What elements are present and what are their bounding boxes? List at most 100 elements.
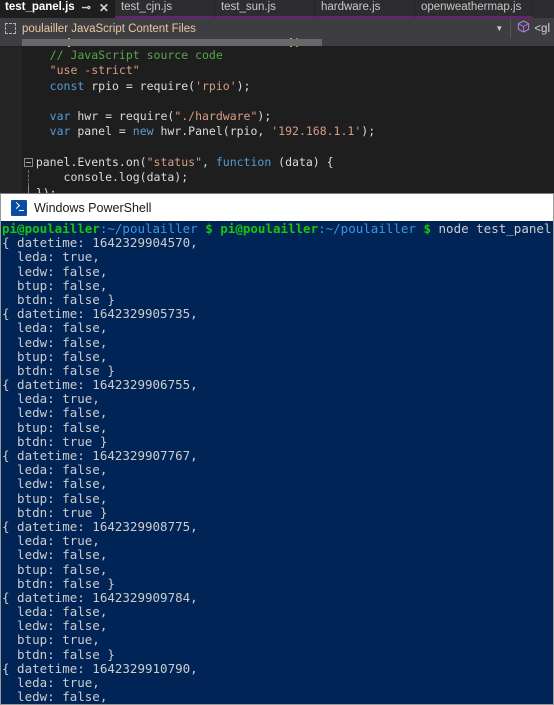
output-btup: btup: false, [2, 277, 108, 293]
editor-tab-test_panel-js[interactable]: test_panel.js ⊸ ✕ [0, 0, 115, 18]
output-ledw: ledw: false, [2, 547, 108, 563]
console-output-line: { datetime: 1642329904570, [2, 236, 553, 250]
output-btup: btup: true, [2, 632, 100, 648]
powershell-console-output[interactable]: pi@poulailler:~/poulailler $ pi@poulaill… [1, 221, 553, 704]
prompt-symbol: $ [415, 221, 439, 236]
code-token: var [49, 109, 71, 124]
cube-icon [517, 19, 530, 38]
console-output-line: btup: false, [2, 562, 553, 577]
pin-icon[interactable]: ⊸ [82, 2, 91, 14]
editor-tab-hardware-js[interactable]: hardware.js [314, 0, 415, 18]
console-output-line: btdn: false } [2, 292, 553, 307]
chevron-down-icon[interactable]: ▼ [495, 24, 503, 33]
code-token: "use -strict" [49, 63, 140, 78]
console-output-line: ledw: false, [2, 619, 553, 633]
output-datetime: { datetime: 1642329910790, [2, 660, 198, 676]
powershell-icon [11, 199, 27, 216]
code-surface[interactable]: // JavaScript source code "use -strict" co… [0, 47, 554, 193]
editor-gutter [0, 47, 22, 193]
code-line: // JavaScript source code [22, 48, 554, 63]
console-output-line: leda: true, [2, 392, 553, 406]
output-leda: leda: true, [2, 249, 100, 265]
console-output-line: { datetime: 1642329907767, [2, 448, 553, 463]
output-datetime: { datetime: 1642329907767, [2, 448, 198, 463]
console-output-line: btdn: true } [2, 504, 553, 520]
output-leda: leda: true, [2, 391, 100, 407]
console-output-line: leda: false, [2, 604, 553, 620]
output-btup: btup: false, [2, 490, 108, 506]
console-output-line: ledw: false, [2, 406, 553, 420]
scrollbar-thumb[interactable] [22, 39, 322, 46]
console-prompt-line: pi@poulailler:~/poulailler $ pi@poulaill… [2, 221, 553, 236]
navigation-scope-selector[interactable]: <gl [510, 19, 554, 38]
close-icon[interactable]: ✕ [99, 2, 109, 14]
prompt-symbol: $ [197, 221, 221, 236]
code-token: hwr = require( [70, 109, 175, 124]
editor-horizontal-scrollbar[interactable] [0, 38, 554, 47]
output-btdn: btdn: true } [2, 504, 108, 520]
console-output-line: { datetime: 1642329906755, [2, 377, 553, 393]
output-datetime: { datetime: 1642329906755, [2, 377, 198, 393]
output-leda: leda: false, [2, 604, 108, 620]
code-token: console.log(data); [35, 170, 189, 185]
console-output-line: { datetime: 1642329905735, [2, 307, 553, 321]
prompt-path: :~/poulailler [99, 221, 198, 236]
output-datetime: { datetime: 1642329905735, [2, 306, 198, 322]
code-token: var [49, 124, 71, 139]
output-btdn: btdn: false } [2, 646, 115, 662]
code-content[interactable]: // JavaScript source code "use -strict" co… [22, 48, 554, 193]
console-output-line: btdn: false } [2, 362, 553, 378]
editor-tab-test_cjn-js[interactable]: test_cjn.js [114, 0, 215, 18]
output-ledw: ledw: false, [2, 618, 108, 634]
output-ledw: ledw: false, [2, 689, 108, 704]
code-token: // JavaScript source code [49, 48, 223, 62]
navigation-scope-label: <gl [534, 22, 550, 35]
output-leda: leda: true, [2, 675, 100, 690]
code-token: "status" [146, 155, 202, 170]
code-token: hwr.Panel(rpio, [153, 124, 272, 139]
code-token: ); [257, 109, 272, 124]
console-output-line: ledw: false, [2, 477, 553, 491]
prompt-user: pi@poulailler [220, 221, 319, 236]
code-token: const [49, 78, 85, 93]
tab-label: test_sun.js [220, 1, 276, 14]
output-ledw: ledw: false, [2, 476, 108, 492]
console-output-line: btdn: false } [2, 576, 553, 591]
code-line: var panel = new hwr.Panel(rpio, '192.168… [22, 124, 554, 139]
tab-label: test_cjn.js [120, 1, 173, 14]
project-folder-icon [5, 23, 16, 34]
code-token: "./hardware" [174, 109, 258, 124]
output-leda: leda: false, [2, 462, 108, 478]
fold-collapse-icon[interactable] [23, 158, 33, 168]
console-output-line: btup: false, [2, 420, 553, 435]
code-line: panel.Events.on("status", function (data… [22, 155, 554, 170]
output-btdn: btdn: false } [2, 362, 115, 378]
console-output-line: ledw: false, [2, 334, 553, 350]
code-token: panel.Events.on( [35, 155, 147, 170]
editor-tab-test_sun-js[interactable]: test_sun.js [214, 0, 315, 18]
output-ledw: ledw: false, [2, 405, 108, 421]
code-token: 'rpio' [195, 78, 237, 93]
code-token: (data) { [271, 155, 334, 170]
console-output-line: ledw: false, [2, 548, 553, 562]
output-leda: leda: true, [2, 533, 100, 549]
indent-guide [27, 170, 29, 186]
output-ledw: ledw: false, [2, 334, 108, 350]
navigation-project-selector[interactable]: poulailler JavaScript Content Files [0, 19, 491, 38]
editor-tab-openweathermap-js[interactable]: openweathermap.js [414, 0, 533, 18]
console-output-line: btup: false, [2, 349, 553, 364]
code-token: '192.168.1.1' [271, 124, 362, 139]
code-editor-window: test_panel.js ⊸ ✕ test_cjn.js test_sun.js har… [0, 0, 554, 193]
output-ledw: ledw: false, [2, 263, 108, 279]
console-output-line: { datetime: 1642329910790, [2, 660, 553, 676]
code-token: function [215, 155, 272, 170]
code-token: new [132, 124, 154, 139]
output-btdn: btdn: true } [2, 433, 108, 449]
console-output-line: btup: false, [2, 490, 553, 506]
output-datetime: { datetime: 1642329909784, [2, 589, 198, 605]
powershell-title-bar[interactable]: Windows PowerShell [1, 194, 553, 221]
powershell-window: Windows PowerShell pi@poulailler :~/poula… [0, 193, 554, 705]
console-output-line: leda: true, [2, 675, 553, 690]
